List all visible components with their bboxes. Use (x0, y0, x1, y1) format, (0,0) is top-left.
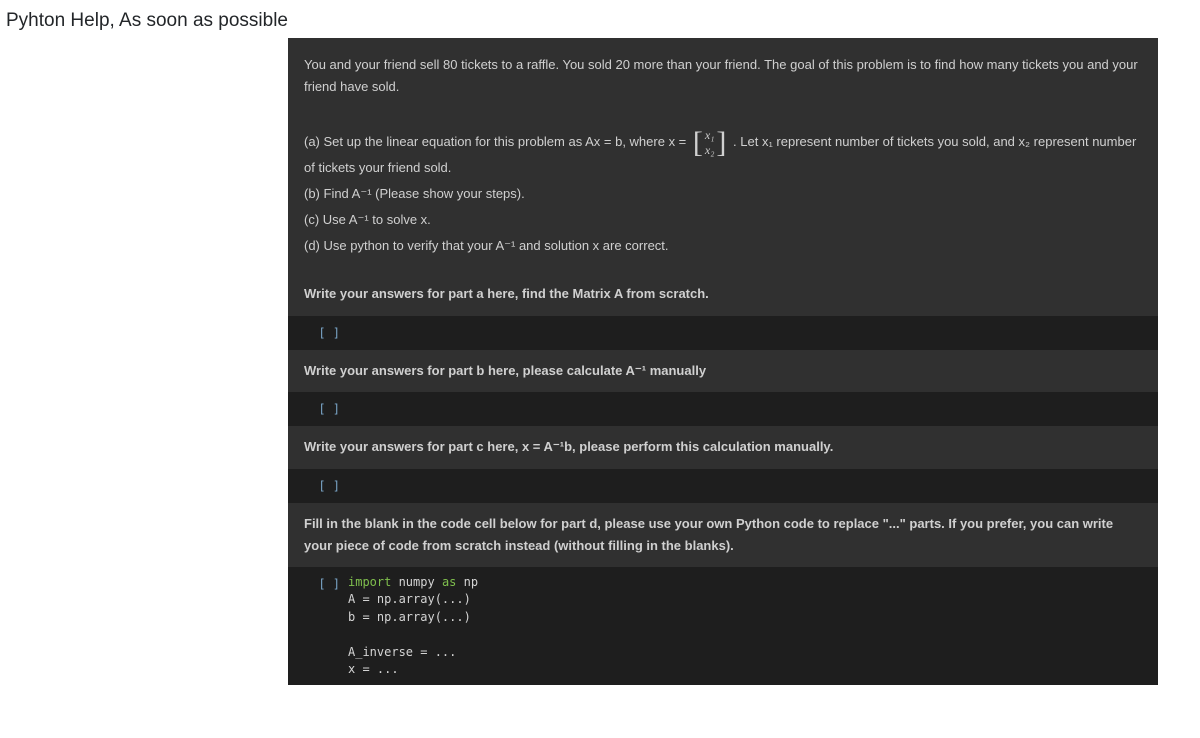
problem-part-c: (c) Use A⁻¹ to solve x. (304, 209, 1142, 231)
code-body-c[interactable] (348, 473, 1158, 499)
instruction-part-c: Write your answers for part c here, x = … (288, 426, 1158, 468)
prompt-d: [ ] (288, 571, 348, 681)
matrix-x: x₁ x₂ (693, 128, 727, 157)
notebook: You and your friend sell 80 tickets to a… (288, 38, 1158, 685)
instruction-part-c-text: Write your answers for part c here, x = … (304, 439, 833, 454)
code-cell-d[interactable]: [ ] import numpy as np A = np.array(...)… (288, 567, 1158, 685)
kw-as: as (442, 575, 456, 589)
code-line6: x = ... (348, 662, 399, 676)
instruction-part-d-text: Fill in the blank in the code cell below… (304, 516, 1113, 553)
instruction-part-d: Fill in the blank in the code cell below… (288, 503, 1158, 567)
instruction-part-b: Write your answers for part b here, plea… (288, 350, 1158, 392)
code-body-d[interactable]: import numpy as np A = np.array(...) b =… (348, 571, 1158, 681)
problem-part-d: (d) Use python to verify that your A⁻¹ a… (304, 235, 1142, 257)
code-line1-end: np (456, 575, 478, 589)
instruction-part-b-text: Write your answers for part b here, plea… (304, 363, 706, 378)
problem-description-cell: You and your friend sell 80 tickets to a… (288, 38, 1158, 273)
code-body-b[interactable] (348, 396, 1158, 422)
problem-part-b: (b) Find A⁻¹ (Please show your steps). (304, 183, 1142, 205)
problem-part-a: (a) Set up the linear equation for this … (304, 128, 1142, 179)
code-line5: A_inverse = ... (348, 645, 456, 659)
prompt-a: [ ] (288, 320, 348, 346)
prompt-c: [ ] (288, 473, 348, 499)
instruction-part-a: Write your answers for part a here, find… (288, 273, 1158, 315)
code-line2: A = np.array(...) (348, 592, 471, 606)
kw-import: import (348, 575, 391, 589)
code-line3: b = np.array(...) (348, 610, 471, 624)
code-cell-a[interactable]: [ ] (288, 316, 1158, 350)
page-title: Pyhton Help, As soon as possible (0, 0, 1200, 38)
bracket-right-icon (716, 131, 726, 155)
code-body-a[interactable] (348, 320, 1158, 346)
code-cell-c[interactable]: [ ] (288, 469, 1158, 503)
code-line1-mid: numpy (391, 575, 442, 589)
prompt-b: [ ] (288, 396, 348, 422)
code-cell-b[interactable]: [ ] (288, 392, 1158, 426)
instruction-part-a-text: Write your answers for part a here, find… (304, 286, 709, 301)
part-a-pre: (a) Set up the linear equation for this … (304, 134, 686, 149)
matrix-x2: x₂ (705, 143, 715, 157)
bracket-left-icon (693, 131, 703, 155)
problem-intro: You and your friend sell 80 tickets to a… (304, 54, 1142, 98)
matrix-x1: x₁ (705, 128, 715, 142)
